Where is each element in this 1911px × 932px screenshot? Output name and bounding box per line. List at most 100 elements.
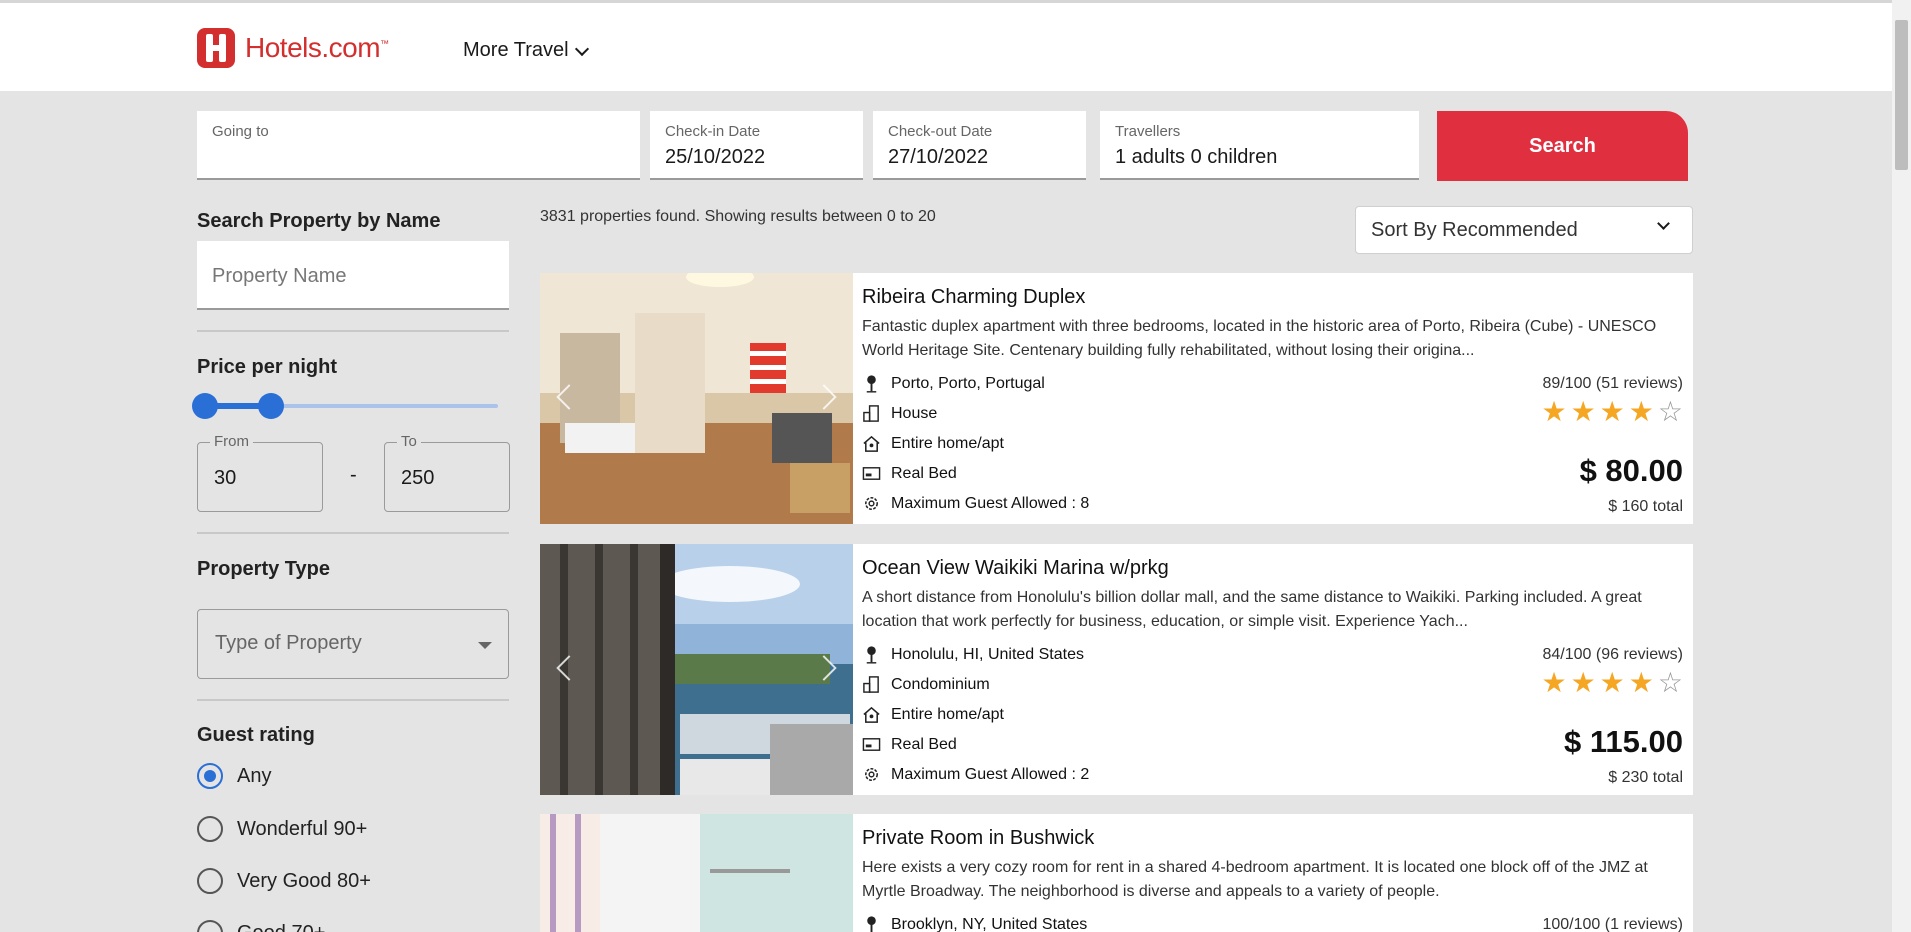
sort-label: Sort By Recommended [1371,219,1578,241]
listing-location: Honolulu, HI, United States [862,645,1084,664]
more-travel-menu[interactable]: More Travel [463,39,589,62]
listing-max-guests-text: Maximum Guest Allowed : 2 [891,765,1090,783]
going-to-field[interactable]: Going to [197,111,640,180]
listing-room-type: Entire home/apt [862,705,1004,724]
listing-price: $ 115.00 [1564,724,1683,759]
listing-description: Fantastic duplex apartment with three be… [862,318,1657,359]
site-header: Hotels.com™ More Travel [0,3,1892,91]
listing-room-type-text: Entire home/apt [891,705,1004,723]
price-max-handle[interactable] [258,393,284,419]
property-type-placeholder: Type of Property [215,632,362,654]
bed-icon [862,467,881,480]
price-min-handle[interactable] [192,393,218,419]
listing-property-type-text: Condominium [891,675,990,693]
listing-location: Porto, Porto, Portugal [862,374,1045,393]
listing-total: $ 160 total [1608,498,1683,515]
search-by-name-heading: Search Property by Name [197,210,441,232]
checkout-field[interactable]: Check-out Date 27/10/2022 [873,111,1086,180]
scrollbar-thumb[interactable] [1895,20,1908,170]
property-type-heading: Property Type [197,558,330,580]
rating-option-label: Any [237,764,272,787]
listing-location: Brooklyn, NY, United States [862,915,1087,932]
guest-rating-heading: Guest rating [197,724,315,746]
results-count: 3831 properties found. Showing results b… [540,208,936,225]
search-button[interactable]: Search [1437,111,1688,181]
property-type-select[interactable]: Type of Property [197,609,509,679]
radio-icon [197,816,223,842]
listing-bed-type: Real Bed [862,464,957,483]
listing-description: Here exists a very cozy room for rent in… [862,859,1648,900]
property-name-input[interactable]: Property Name [197,241,509,310]
rating-option-any[interactable]: Any [197,763,271,789]
dropdown-arrow-icon [478,642,492,649]
star-empty-icon: ☆ [1657,667,1683,698]
listing-room-type: Entire home/apt [862,434,1004,453]
rating-option-label: Very Good 80+ [237,869,371,892]
hotels-logo-icon [197,28,235,68]
listing-location-text: Honolulu, HI, United States [891,645,1084,663]
bedroom-image [540,814,853,932]
page-scrollbar[interactable] [1892,0,1911,932]
divider [197,699,509,701]
home-icon [863,435,880,452]
listing-max-guests: Maximum Guest Allowed : 8 [862,494,1089,513]
price-from-label: From [210,433,253,450]
travellers-label: Travellers [1115,123,1181,140]
listing-photo[interactable] [540,544,853,795]
rating-option-wonderful[interactable]: Wonderful 90+ [197,816,367,842]
listing-max-guests-text: Maximum Guest Allowed : 8 [891,494,1090,512]
listing-title[interactable]: Ocean View Waikiki Marina w/prkg [862,557,1169,580]
apartment-interior-image [540,273,853,524]
radio-icon [197,920,223,932]
star-filled-icon: ★ [1599,667,1625,698]
divider [197,330,509,332]
listing-score: 100/100 (1 reviews) [1542,916,1683,932]
listing-property-type: Condominium [862,675,990,694]
listing-score: 89/100 (51 reviews) [1542,375,1683,392]
listing-title[interactable]: Ribeira Charming Duplex [862,286,1085,309]
home-icon [863,706,880,723]
price-to-input[interactable]: To 250 [384,433,510,512]
price-from-input[interactable]: From 30 [197,433,323,512]
gear-icon [865,497,878,510]
listing-card[interactable]: Ribeira Charming Duplex Fantastic duplex… [540,273,1693,524]
checkout-label: Check-out Date [888,123,993,140]
gear-icon [865,768,878,781]
location-pin-icon [867,916,876,932]
listing-photo[interactable] [540,273,853,524]
listing-property-type: House [862,404,937,423]
listing-location-text: Brooklyn, NY, United States [891,915,1088,932]
star-filled-icon: ★ [1599,396,1625,427]
rating-option-label: Good 70+ [237,922,325,932]
star-filled-icon: ★ [1570,667,1596,698]
sort-dropdown[interactable]: Sort By Recommended [1355,206,1693,254]
listing-max-guests: Maximum Guest Allowed : 2 [862,765,1089,784]
location-pin-icon [866,646,877,664]
listing-total: $ 230 total [1608,769,1683,786]
listing-location-text: Porto, Porto, Portugal [891,374,1045,392]
building-icon [863,676,879,693]
brand-logo[interactable]: Hotels.com™ [197,28,389,68]
listing-property-type-text: House [891,404,938,422]
rating-option-very-good[interactable]: Very Good 80+ [197,868,371,894]
listing-card[interactable]: Ocean View Waikiki Marina w/prkg A short… [540,544,1693,795]
travellers-field[interactable]: Travellers 1 adults 0 children [1100,111,1419,180]
price-to-label: To [397,433,421,450]
brand-name: Hotels.com [245,32,381,63]
checkin-field[interactable]: Check-in Date 25/10/2022 [650,111,863,180]
listing-title[interactable]: Private Room in Bushwick [862,827,1094,850]
chevron-down-icon [1657,217,1670,230]
listing-card[interactable]: Private Room in Bushwick Here exists a v… [540,814,1693,932]
location-pin-icon [866,375,877,393]
listing-bed-type: Real Bed [862,735,957,754]
building-icon [863,405,879,422]
checkin-value: 25/10/2022 [665,146,766,168]
listing-price: $ 80.00 [1579,453,1683,488]
brand-trademark: ™ [380,38,389,49]
star-empty-icon: ☆ [1657,396,1683,427]
checkin-label: Check-in Date [665,123,761,140]
listing-photo[interactable] [540,814,853,932]
rating-option-good[interactable]: Good 70+ [197,920,325,932]
radio-icon [197,868,223,894]
star-rating: ★ ★ ★ ★ ☆ [1541,669,1683,697]
